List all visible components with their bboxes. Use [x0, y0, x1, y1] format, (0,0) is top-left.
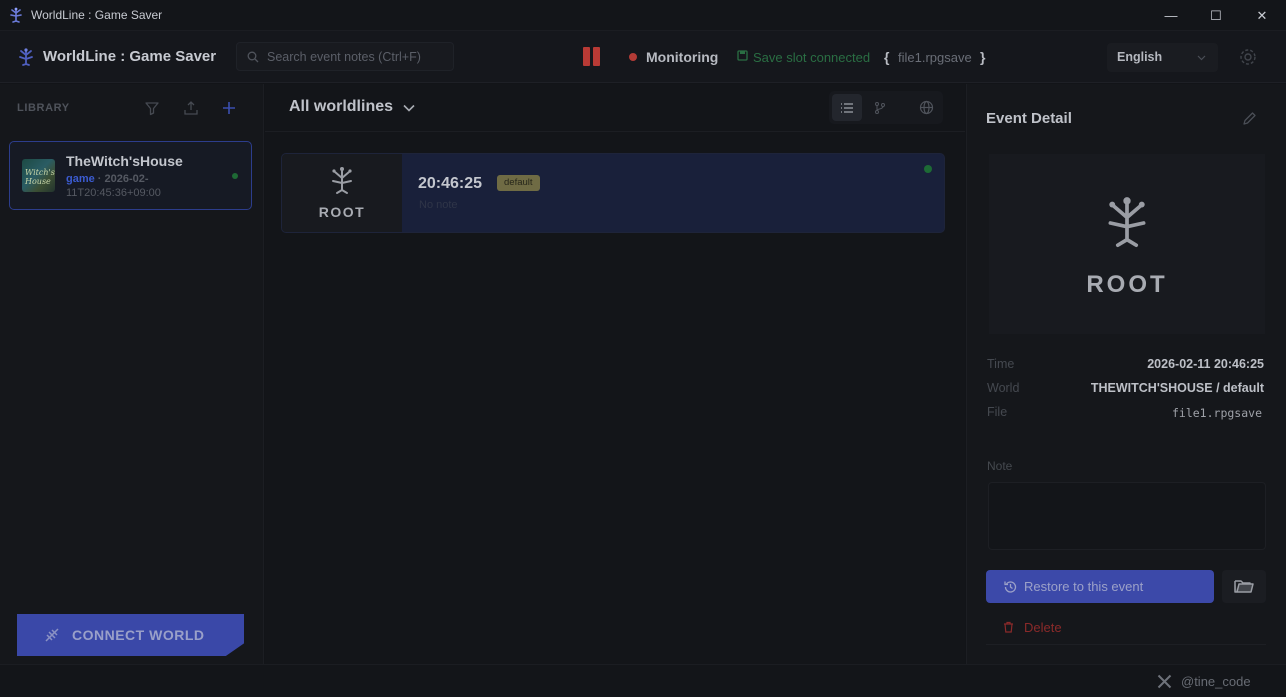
worldline-select[interactable]: All worldlines: [289, 98, 393, 116]
event-note: No note: [419, 199, 458, 211]
window-title: WorldLine : Game Saver: [31, 8, 163, 22]
library-label: LIBRARY: [17, 102, 70, 114]
note-label: Note: [987, 459, 1013, 473]
world-name: TheWitch'sHouse: [66, 153, 183, 169]
edit-icon[interactable]: [1242, 111, 1257, 126]
gear-icon[interactable]: [1239, 48, 1257, 66]
detail-title: Event Detail: [986, 110, 1072, 127]
minimize-button[interactable]: —: [1148, 0, 1194, 31]
pause-button[interactable]: [581, 47, 601, 67]
history-icon: [1004, 581, 1017, 593]
globe-view-icon: [919, 100, 933, 115]
filter-icon[interactable]: [144, 100, 160, 116]
world-card[interactable]: Witch's House TheWitch'sHouse game · 202…: [9, 141, 252, 210]
file-label: File: [987, 405, 1008, 419]
world-timestamp: 11T20:45:36+09:00: [66, 187, 161, 199]
chevron-down-icon[interactable]: [403, 104, 415, 112]
event-thumb-label: ROOT: [318, 204, 366, 220]
app-header: WorldLine : Game Saver Monitoring Save s…: [0, 31, 1286, 83]
export-icon[interactable]: [183, 100, 199, 116]
slot-file-name: file1.rpgsave: [898, 50, 972, 65]
view-mode-group: [829, 91, 943, 124]
brand-logo-icon: [19, 48, 33, 66]
connect-world-label: CONNECT WORLD: [72, 627, 205, 643]
root-logo-icon: [332, 167, 352, 194]
search-box[interactable]: [236, 42, 454, 71]
footer: @tine_code: [0, 664, 1286, 697]
trash-icon: [1004, 621, 1013, 633]
event-card[interactable]: ROOT 20:46:25 default No note: [281, 153, 945, 233]
world-type: game: [66, 173, 95, 185]
list-view-button[interactable]: [832, 94, 862, 121]
close-button[interactable]: ✕: [1239, 0, 1285, 31]
app-name: WorldLine : Game Saver: [43, 48, 217, 65]
root-logo-icon: [1108, 197, 1146, 247]
slot-brace-open: {: [884, 49, 890, 65]
title-bar: WorldLine : Game Saver — ☐ ✕: [0, 0, 1286, 31]
world-thumbnail: Witch's House: [22, 159, 55, 192]
author-handle[interactable]: @tine_code: [1181, 674, 1251, 689]
plug-icon: [45, 628, 59, 642]
timeline-panel: All worldlines ROOT 20:46:25 default No …: [265, 84, 965, 664]
list-view-icon: [841, 102, 853, 113]
event-detail-panel: Event Detail ROOT Time 2026-02-11 20:46:…: [966, 84, 1286, 664]
file-value: file1.rpgsave: [1171, 406, 1262, 420]
world-label: World: [987, 381, 1020, 395]
branch-view-button[interactable]: [865, 94, 895, 121]
note-textarea[interactable]: [988, 482, 1266, 550]
worldline-badge: default: [497, 175, 540, 191]
chevron-down-icon: [1197, 55, 1206, 61]
x-logo-icon[interactable]: [1157, 674, 1172, 689]
event-preview: ROOT: [989, 154, 1265, 334]
world-date: · 2026-02-: [94, 173, 149, 185]
library-sidebar: LIBRARY Witch's House TheWitch'sHouse ga…: [0, 84, 264, 664]
event-time: 20:46:25: [418, 175, 483, 192]
event-thumbnail: ROOT: [282, 154, 402, 232]
event-status-dot: [924, 165, 932, 173]
time-label: Time: [987, 357, 1015, 371]
world-meta: game · 2026-02-: [66, 173, 149, 185]
language-value: English: [1117, 50, 1163, 64]
add-icon[interactable]: [221, 100, 237, 116]
monitoring-label: Monitoring: [646, 49, 719, 65]
maximize-button[interactable]: ☐: [1193, 0, 1239, 31]
preview-label: ROOT: [1086, 271, 1168, 298]
open-folder-button[interactable]: [1222, 570, 1266, 603]
slot-status-text: Save slot connected: [753, 50, 871, 65]
recording-indicator: [629, 53, 637, 61]
delete-label: Delete: [1024, 620, 1062, 635]
restore-button[interactable]: Restore to this event: [986, 570, 1214, 603]
connect-world-button[interactable]: CONNECT WORLD: [17, 614, 244, 656]
delete-button[interactable]: Delete: [1003, 619, 1093, 637]
app-logo-icon: [10, 7, 22, 23]
language-select[interactable]: English: [1107, 43, 1218, 72]
divider: [986, 644, 1266, 645]
globe-view-button[interactable]: [911, 94, 941, 121]
branch-view-icon: [875, 101, 885, 114]
world-status-dot: [232, 173, 238, 179]
restore-label: Restore to this event: [1024, 579, 1144, 594]
search-icon: [247, 51, 259, 63]
slot-brace-close: }: [980, 49, 986, 65]
time-value: 2026-02-11 20:46:25: [1147, 357, 1264, 371]
save-slot-icon: [737, 50, 748, 61]
timeline-header: All worldlines: [265, 84, 965, 132]
world-value: THEWITCH'SHOUSE / default: [1090, 381, 1264, 395]
search-input[interactable]: [267, 48, 447, 66]
folder-icon: [1234, 580, 1254, 593]
